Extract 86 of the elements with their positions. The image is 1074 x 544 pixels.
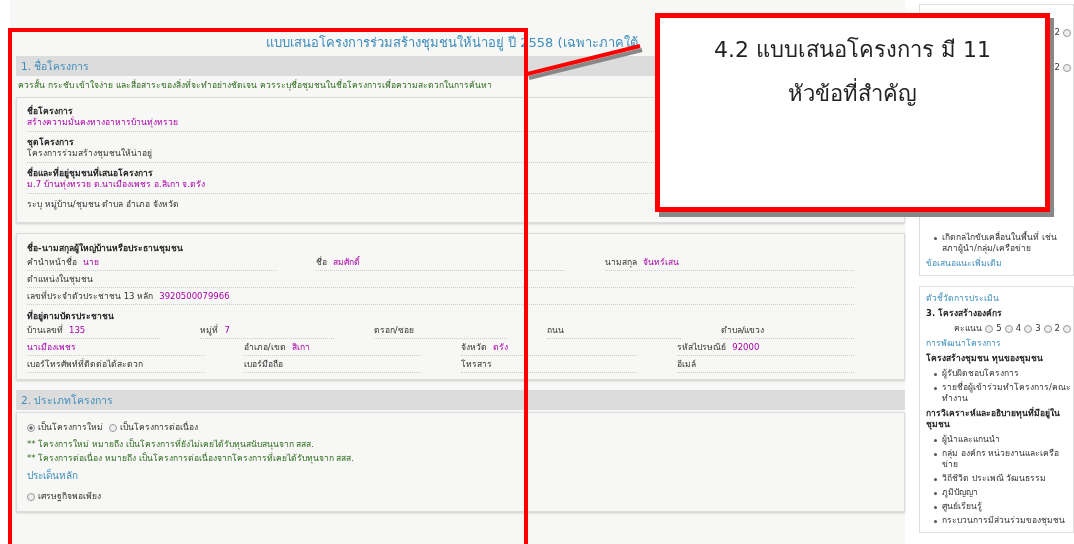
checklist-heading: การวิเคราะห์และอธิบายทุนที่มีอยู่ในชุมชน xyxy=(926,408,1061,430)
checklist-item: ศูนย์เรียนรู้ xyxy=(942,501,982,512)
bullet-icon xyxy=(934,453,937,456)
radio-label: 2 xyxy=(1054,323,1060,334)
checklist-item: วิถีชีวิต ประเพณี วัฒนธรรม xyxy=(942,473,1047,484)
checklist-item: รายชื่อผู้เข้าร่วมทำโครงการ/คณะทำงาน xyxy=(942,382,1071,404)
section-header: 2. ประเภทโครงการ xyxy=(16,390,905,410)
field-label: นามสกุล xyxy=(605,257,637,268)
field-label: หมู่ที่ xyxy=(200,325,219,336)
radio-label: เป็นโครงการใหม่ xyxy=(38,422,103,433)
field-label: ถนน xyxy=(547,325,565,336)
radio-label: 4 xyxy=(1015,323,1022,334)
bullet-icon xyxy=(934,237,937,240)
field-label: ชื่อโครงการ xyxy=(27,106,73,116)
field-value[interactable]: 92000 xyxy=(732,342,760,353)
radio-button[interactable] xyxy=(1063,324,1071,333)
suggestion-link[interactable]: ข้อเสนอแนะเพิ่มเติม xyxy=(926,258,1071,269)
radio-button[interactable] xyxy=(1024,324,1033,333)
checklist-item: ภูมิปัญญา xyxy=(942,487,978,498)
radio-label: 3 xyxy=(1035,323,1041,334)
field-value[interactable]: จันทร์เสน xyxy=(643,257,679,268)
field-value[interactable]: ตรัง xyxy=(492,342,508,353)
field-label: ตำแหน่งในชุมชน xyxy=(27,274,93,285)
field-label: คำนำหน้าชื่อ xyxy=(27,257,77,268)
checklist-heading: โครงสร้างชุมชน ทุนของชุมชน xyxy=(926,353,1044,364)
bullet-icon xyxy=(934,439,937,442)
radio-button[interactable] xyxy=(1063,28,1071,37)
radio-button[interactable] xyxy=(27,492,35,501)
bullet-icon xyxy=(934,387,937,390)
field-label: บ้านเลขที่ xyxy=(27,325,63,336)
field-label: อีเมล์ xyxy=(677,359,697,370)
field-value: โครงการร่วมสร้างชุมชนให้น่าอยู่ xyxy=(27,148,152,159)
field-value[interactable]: สร้างความมั่นคงทางอาหารบ้านทุ่งทรวย xyxy=(27,117,178,128)
field-label: เลขที่ประจำตัวประชาชน 13 หลัก xyxy=(27,291,154,302)
field-label: รหัสไปรษณีย์ xyxy=(677,342,727,353)
field-label: อำเภอ/เขต xyxy=(243,342,286,353)
field-group-heading: ชื่อ-นามสกุลผู้ใหญ่บ้านหรือประธานชุมชน xyxy=(27,243,184,254)
radio-button[interactable] xyxy=(1063,63,1071,72)
field-value[interactable]: ม.7 บ้านทุ่งทรวย ต.นาเมืองเพชร อ.สิเกา จ.ตรัง xyxy=(27,179,206,190)
section-hint: ควรสั้น กระชับ เข้าใจง่าย และสื่อสาระของสิ่งที่จะทำอย่างชัดเจน ควรระบุชื่อชุมชนในชื่อโครงการเพื่อความสะดวกในการค้นหา xyxy=(17,78,493,93)
radio-label: 2 xyxy=(1054,62,1060,73)
field-value[interactable]: 3920500079966 xyxy=(159,291,230,302)
field-group-heading: ที่อยู่ตามบัตรประชาชน xyxy=(27,311,115,322)
field-label: เบอร์โทรศัพท์ที่ติดต่อได้สะดวก xyxy=(27,359,143,370)
radio-label: เป็นโครงการต่อเนื่อง xyxy=(120,422,198,433)
subsection-link[interactable]: ประเด็นหลัก xyxy=(27,470,78,481)
radio-button[interactable] xyxy=(1004,324,1013,333)
field-label: ชุดโครงการ xyxy=(27,137,74,148)
annotation-text: หัวข้อที่สำคัญ xyxy=(788,76,917,112)
checklist-item: ผู้นำและแกนนำ xyxy=(942,434,1000,445)
field-value[interactable]: 135 xyxy=(69,325,86,336)
field-label: เบอร์มือถือ xyxy=(243,359,283,370)
bullet-icon xyxy=(934,478,937,481)
panel-title: ตัวชี้วัดการประเมิน xyxy=(926,293,1000,304)
field-value[interactable]: สมศักดิ์ xyxy=(333,257,360,268)
field-label: โทรสาร xyxy=(460,359,492,370)
panel-subtitle: การพัฒนาโครงการ xyxy=(926,338,1002,349)
radio-button[interactable] xyxy=(1043,324,1052,333)
score-label: คะแนน xyxy=(954,323,983,334)
radio-label: เศรษฐกิจพอเพียง xyxy=(38,491,101,502)
checklist-item: กระบวนการมีส่วนร่วมของชุมชน xyxy=(942,515,1065,526)
radio-button[interactable] xyxy=(985,324,994,333)
criterion-title: 3. โครงสร้างองค์กร xyxy=(926,308,1004,319)
field-label: จังหวัด xyxy=(460,342,487,353)
field-value[interactable]: นาเมืองเพชร xyxy=(27,342,76,353)
field-label: ชื่อและที่อยู่ชุมชนที่เสนอโครงการ xyxy=(27,168,153,179)
field-hint: ระบุ หมู่บ้าน/ชุมชน ตำบล อำเภอ จังหวัด xyxy=(27,198,179,212)
checklist-item: กลุ่ม องค์กร หน่วยงานและเครือข่าย xyxy=(942,448,1061,470)
info-note: ** โครงการต่อเนื่อง หมายถึง เป็นโครงการต่อเนื่องจากโครงการที่เคยได้รับทุนจาก สสส. xyxy=(27,453,354,464)
bullet-icon xyxy=(934,506,937,509)
radio-button[interactable] xyxy=(109,423,117,432)
radio-label: 2 xyxy=(1054,27,1060,38)
radio-label: 5 xyxy=(996,323,1002,334)
bullet-icon xyxy=(934,492,937,495)
bullet-icon xyxy=(934,520,937,523)
field-label: ชื่อ xyxy=(316,257,327,268)
field-value[interactable]: 7 xyxy=(224,325,230,336)
checklist-item: เกิดกลไกขับเคลื่อนในพื้นที่ เช่น สภาผู้นำ/กลุ่ม/เครือข่าย xyxy=(942,232,1058,254)
field-label: ตำบล/แขวง xyxy=(720,325,765,336)
field-value[interactable]: สิเกา xyxy=(291,342,310,353)
radio-button[interactable] xyxy=(27,423,35,432)
checklist-item: ผู้รับผิดชอบโครงการ xyxy=(942,368,1019,379)
bullet-icon xyxy=(934,373,937,376)
field-value[interactable]: นาย xyxy=(83,257,99,268)
info-note: ** โครงการใหม่ หมายถึง เป็นโครงการที่ยังไม่เคยได้รับทุนสนับสนุนจาก สสส. xyxy=(27,439,314,450)
field-label: ตรอก/ซอย xyxy=(373,325,414,336)
